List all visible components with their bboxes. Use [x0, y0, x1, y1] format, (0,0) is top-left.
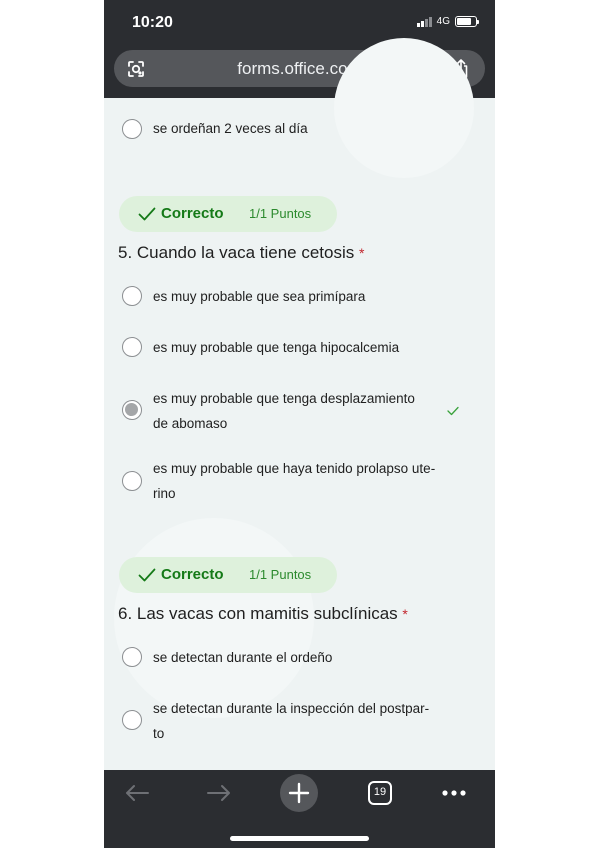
radio-button[interactable]: [122, 710, 142, 730]
check-icon: [138, 568, 156, 582]
radio-button[interactable]: [122, 471, 142, 491]
check-icon: [138, 207, 156, 221]
radio-button[interactable]: [122, 119, 142, 139]
question-title: 6. Las vacas con mamitis subclínicas *: [118, 604, 408, 624]
back-arrow-icon[interactable]: [124, 783, 150, 803]
tabs-button[interactable]: 19: [368, 781, 392, 805]
badge-status: Correcto: [161, 566, 224, 583]
option-row[interactable]: es muy probable que tenga hipocalcemia: [122, 336, 462, 361]
radio-button[interactable]: [122, 337, 142, 357]
required-mark: *: [402, 606, 408, 622]
option-label: es muy probable que tenga desplazamiento…: [153, 386, 461, 436]
network-label: 4G: [436, 16, 450, 27]
tab-count: 19: [373, 786, 387, 798]
option-row[interactable]: es muy probable que sea primípara: [122, 284, 462, 309]
status-time: 10:20: [132, 14, 173, 31]
forward-arrow-icon[interactable]: [206, 783, 232, 803]
signal-icon: [416, 16, 432, 27]
result-badge: Correcto 1/1 Puntos: [119, 196, 337, 232]
radio-button-selected[interactable]: [122, 400, 142, 420]
option-label: es muy probable que sea primípara: [153, 289, 366, 304]
radio-button[interactable]: [122, 286, 142, 306]
battery-icon: [455, 16, 479, 27]
home-indicator: [230, 836, 369, 841]
option-row[interactable]: se ordeñan 2 veces al día: [122, 118, 462, 143]
option-row[interactable]: es muy probable que haya tenido prolapso…: [122, 456, 462, 506]
phone-screen: 10:20 4G forms.office.com se ordeñan 2 v…: [104, 0, 495, 848]
option-label: se detectan durante la inspección del po…: [153, 696, 461, 746]
form-content[interactable]: se ordeñan 2 veces al día Correcto 1/1 P…: [104, 38, 495, 770]
option-label-line: es muy probable que haya tenido prolapso…: [153, 461, 436, 476]
option-label-line: se detectan durante la inspección del po…: [153, 701, 430, 716]
correct-answer-icon: [447, 406, 459, 416]
status-indicators: 4G: [416, 16, 479, 27]
badge-status: Correcto: [161, 205, 224, 222]
radio-button[interactable]: [122, 647, 142, 667]
required-mark: *: [359, 245, 365, 261]
result-badge: Correcto 1/1 Puntos: [119, 557, 337, 593]
option-row[interactable]: se detectan durante la inspección del po…: [122, 696, 462, 746]
option-label-line: de abomaso: [153, 416, 228, 431]
option-row-selected[interactable]: es muy probable que tenga desplazamiento…: [122, 386, 462, 436]
option-label-line: to: [153, 726, 165, 741]
option-label: se detectan durante el ordeño: [153, 650, 333, 665]
option-label: es muy probable que tenga hipocalcemia: [153, 340, 400, 355]
background-shape: [334, 38, 474, 178]
option-label: es muy probable que haya tenido prolapso…: [153, 456, 461, 506]
option-label-line: rino: [153, 486, 176, 501]
badge-points: 1/1 Puntos: [249, 567, 312, 582]
new-tab-icon[interactable]: [280, 774, 318, 812]
option-row[interactable]: se detectan durante el ordeño: [122, 646, 462, 671]
question-title: 5. Cuando la vaca tiene cetosis *: [118, 243, 364, 263]
badge-points: 1/1 Puntos: [249, 206, 312, 221]
option-label-line: es muy probable que tenga desplazamiento: [153, 391, 415, 406]
option-label: se ordeñan 2 veces al día: [153, 121, 308, 136]
question-text: 5. Cuando la vaca tiene cetosis: [118, 243, 355, 262]
question-text: 6. Las vacas con mamitis subclínicas: [118, 604, 398, 623]
more-options-icon[interactable]: [441, 789, 467, 797]
